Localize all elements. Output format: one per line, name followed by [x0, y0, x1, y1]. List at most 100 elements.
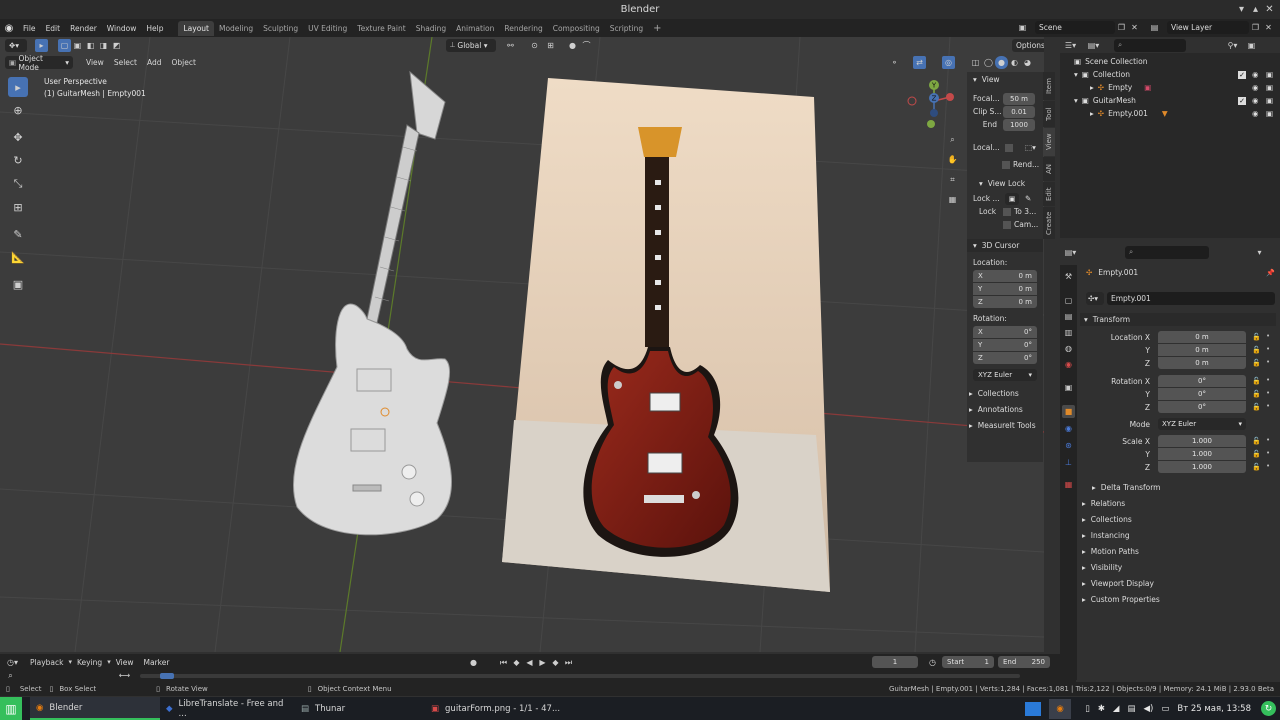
menu-edit[interactable]: Edit [41, 24, 66, 33]
new-selection-icon[interactable]: ▢ [58, 38, 71, 52]
collection-checkbox[interactable]: ✓ [1238, 70, 1246, 79]
keyframe-scale-x-icon[interactable]: • [1266, 436, 1270, 444]
cursor-location-y-field[interactable]: Y0 m [973, 282, 1037, 295]
collection-eye-icon[interactable]: ◉ [1252, 70, 1259, 79]
new-collection-icon[interactable]: ▣ [1245, 39, 1258, 52]
tray-keyboard-icon[interactable]: ▭ [1161, 704, 1169, 714]
view-layer-icon[interactable]: ▤ [1148, 21, 1161, 34]
system-clock[interactable]: Вт 25 мая, 13:58 [1177, 704, 1251, 714]
remove-view-layer-icon[interactable]: ✕ [1262, 21, 1275, 34]
motion-paths-panel-header[interactable]: ▸ Motion Paths [1082, 547, 1139, 556]
relations-panel-header[interactable]: ▸ Relations [1082, 499, 1125, 508]
3d-viewport[interactable]: ✥▾ ▸ ▢ ▣ ◧ ◨ ◩ ⟂ Global ▾ ⚯ ⊙ ⊞ ● ⌒ Opti… [0, 37, 1044, 652]
menu-help[interactable]: Help [141, 24, 168, 33]
collection-tab-icon[interactable]: ▣ [1062, 381, 1075, 394]
zoom-icon[interactable]: ⌕ [946, 133, 959, 146]
pivot-icon[interactable]: ⚯ [504, 39, 517, 52]
view-layer-field[interactable]: View Layer [1167, 21, 1249, 34]
annotate-tool-icon[interactable]: ✎ [8, 224, 28, 244]
scene-field[interactable]: Scene [1035, 21, 1115, 34]
timeline-menu-marker[interactable]: Marker [139, 658, 175, 667]
transform-panel-header[interactable]: ▾ Transform [1080, 313, 1276, 326]
tab-animation[interactable]: Animation [451, 21, 499, 36]
constraints-tab-icon[interactable]: ⊛ [1062, 439, 1075, 452]
playhead[interactable] [160, 673, 174, 679]
viewport-menu-view[interactable]: View [81, 58, 109, 67]
scene-icon[interactable]: ▣ [1016, 21, 1029, 34]
lock-camera-checkbox[interactable] [1003, 220, 1011, 229]
add-workspace-icon[interactable]: + [648, 20, 666, 37]
tray-notes-icon[interactable]: ▤ [1127, 704, 1135, 714]
tray-bluetooth-icon[interactable]: ✱ [1098, 704, 1105, 714]
render-region-checkbox[interactable] [1002, 160, 1010, 169]
viewport-menu-object[interactable]: Object [166, 58, 200, 67]
world-tab-icon[interactable]: ◉ [1062, 358, 1075, 371]
tab-rendering[interactable]: Rendering [499, 21, 547, 36]
start-menu-icon[interactable]: ▥ [0, 697, 22, 720]
empty001-camera-icon[interactable]: ▣ [1266, 109, 1273, 118]
play-reverse-icon[interactable]: ◀ [523, 656, 536, 669]
new-view-layer-icon[interactable]: ❐ [1249, 21, 1262, 34]
tab-modeling[interactable]: Modeling [214, 21, 258, 36]
sidebar-tab-item[interactable]: Item [1043, 72, 1055, 100]
timeline-expand-icon[interactable]: ⟷ [118, 669, 131, 682]
empty-eye-icon[interactable]: ◉ [1252, 83, 1259, 92]
physics-tab-icon[interactable]: ◉ [1062, 422, 1075, 435]
intersect-selection-icon[interactable]: ◩ [110, 39, 123, 52]
material-shading-icon[interactable]: ◐ [1008, 56, 1021, 69]
output-tab-icon[interactable]: ▤ [1062, 310, 1075, 323]
guitarmesh-camera-icon[interactable]: ▣ [1266, 96, 1273, 105]
focal-length-field[interactable]: 50 m [1003, 92, 1035, 105]
preview-range-icon[interactable]: ◷ [926, 656, 939, 669]
timeline-editor-icon[interactable]: ◷▾ [6, 656, 19, 669]
viewport-menu-add[interactable]: Add [142, 58, 167, 67]
viewport-display-panel-header[interactable]: ▸ Viewport Display [1082, 579, 1154, 588]
pan-hand-icon[interactable]: ✋ [946, 153, 959, 166]
visibility-panel-header[interactable]: ▸ Visibility [1082, 563, 1122, 572]
ortho-toggle-icon[interactable]: ▦ [946, 193, 959, 206]
rotation-z-field[interactable]: 0° [1158, 401, 1246, 413]
lock-rotation-y-icon[interactable]: 🔓 [1252, 390, 1261, 398]
tray-update-icon[interactable]: ↻ [1261, 701, 1276, 716]
prev-keyframe-icon[interactable]: ◆ [510, 656, 523, 669]
pin-icon[interactable]: 📌 [1266, 269, 1275, 277]
jump-start-icon[interactable]: ⏮ [497, 656, 510, 669]
scale-x-field[interactable]: 1.000 [1158, 435, 1246, 447]
menu-file[interactable]: File [18, 24, 41, 33]
instancing-panel-header[interactable]: ▸ Instancing [1082, 531, 1130, 540]
tab-uv-editing[interactable]: UV Editing [303, 21, 352, 36]
cursor-location-x-field[interactable]: X0 m [973, 269, 1037, 282]
rendered-shading-icon[interactable]: ◕ [1021, 56, 1034, 69]
keyframe-scale-z-icon[interactable]: • [1266, 462, 1270, 470]
tab-compositing[interactable]: Compositing [548, 21, 605, 36]
task-blender[interactable]: ◉ Blender [30, 697, 160, 720]
blender-logo-icon[interactable]: ◉ [0, 23, 18, 34]
delta-transform-header[interactable]: ▸ Delta Transform [1092, 483, 1160, 492]
keyframe-scale-y-icon[interactable]: • [1266, 449, 1270, 457]
invert-selection-icon[interactable]: ◨ [97, 39, 110, 52]
menu-render[interactable]: Render [65, 24, 102, 33]
subtract-selection-icon[interactable]: ◧ [84, 39, 97, 52]
view-layer-tab-icon[interactable]: ▥ [1062, 326, 1075, 339]
tray-blender-icon[interactable]: ◉ [1049, 698, 1072, 719]
annotations-panel-header[interactable]: ▸ Annotations [967, 403, 1043, 416]
end-frame-field[interactable]: End 250 [998, 656, 1050, 668]
lock-to-3d-cursor-checkbox[interactable] [1003, 207, 1011, 216]
tool-tab-icon[interactable]: ⚒ [1062, 270, 1075, 283]
keyframe-rotation-y-icon[interactable]: • [1266, 389, 1270, 397]
tray-window-icon[interactable] [1025, 701, 1042, 716]
rotation-mode-dropdown[interactable]: XYZ Euler ▾ [1158, 418, 1246, 430]
remove-scene-icon[interactable]: ✕ [1128, 21, 1141, 34]
location-y-field[interactable]: 0 m [1158, 344, 1246, 356]
snap-target-icon[interactable]: ⊞ [544, 39, 557, 52]
camera-picker-icon[interactable]: ⬚▾ [1025, 143, 1036, 152]
scale-y-field[interactable]: 1.000 [1158, 448, 1246, 460]
object-data-tab-icon[interactable]: ⊥ [1062, 456, 1075, 469]
tab-layout[interactable]: Layout [178, 20, 214, 36]
view-lock-header[interactable]: ▾ View Lock [967, 177, 1043, 190]
add-cube-tool-icon[interactable]: ▣ [8, 274, 28, 294]
lock-object-field[interactable]: ▣ [1005, 192, 1019, 205]
properties-options-icon[interactable]: ▾ [1253, 246, 1266, 259]
outliner-editor-icon[interactable]: ☰▾ [1064, 39, 1077, 52]
falloff-icon[interactable]: ⌒ [580, 39, 593, 52]
